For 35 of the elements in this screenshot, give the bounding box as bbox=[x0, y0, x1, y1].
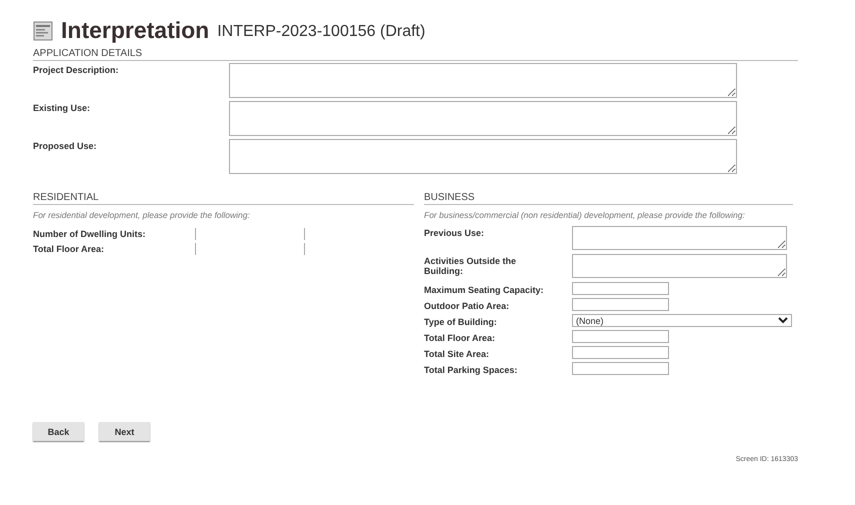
field-label: Proposed Use: bbox=[33, 140, 98, 151]
nav-button[interactable]: Next bbox=[99, 422, 150, 441]
chevron-down-icon bbox=[778, 317, 788, 324]
text-area[interactable] bbox=[229, 101, 737, 136]
input-field[interactable] bbox=[572, 330, 669, 343]
input-field[interactable] bbox=[572, 362, 669, 375]
text-area[interactable] bbox=[572, 226, 787, 250]
field-label: Total Parking Spaces: bbox=[424, 364, 518, 374]
input-field[interactable] bbox=[572, 282, 669, 295]
field-label: Outdoor Patio Area: bbox=[424, 300, 510, 310]
field-label: Previous Use: bbox=[424, 227, 486, 238]
input-field[interactable] bbox=[572, 298, 669, 311]
field-label: Number of Dwelling Units: bbox=[33, 228, 146, 238]
field-label: Maximum Seating Capacity: bbox=[424, 284, 545, 294]
field-label: Type of Building: bbox=[424, 316, 498, 326]
field-label: Total Floor Area: bbox=[33, 244, 106, 254]
section-heading: BUSINESS bbox=[424, 192, 793, 205]
field-label: Total Floor Area: bbox=[424, 332, 496, 342]
text-area[interactable] bbox=[229, 139, 737, 174]
field-label: Total Site Area: bbox=[424, 348, 490, 358]
field-label: Activities Outside the Building: bbox=[424, 255, 518, 276]
field-label: Existing Use: bbox=[33, 102, 92, 113]
record-id: INTERP-2023-100156 (Draft) bbox=[217, 23, 426, 41]
section-heading: RESIDENTIAL bbox=[33, 192, 414, 205]
text-area[interactable] bbox=[572, 254, 787, 278]
input-field[interactable] bbox=[572, 346, 669, 359]
page-title: Interpretation bbox=[61, 17, 210, 44]
section-heading: APPLICATION DETAILS bbox=[33, 48, 798, 61]
dropdown[interactable]: (None) bbox=[572, 314, 792, 327]
section-note: For business/commercial (non residential) development, please provide the following: bbox=[424, 210, 746, 220]
nav-button[interactable]: Back bbox=[33, 422, 84, 441]
text-area[interactable] bbox=[229, 63, 737, 98]
section-note: For residential development, please provide the following: bbox=[33, 210, 251, 220]
field-label: Project Description: bbox=[33, 64, 120, 75]
form-icon bbox=[33, 20, 53, 40]
